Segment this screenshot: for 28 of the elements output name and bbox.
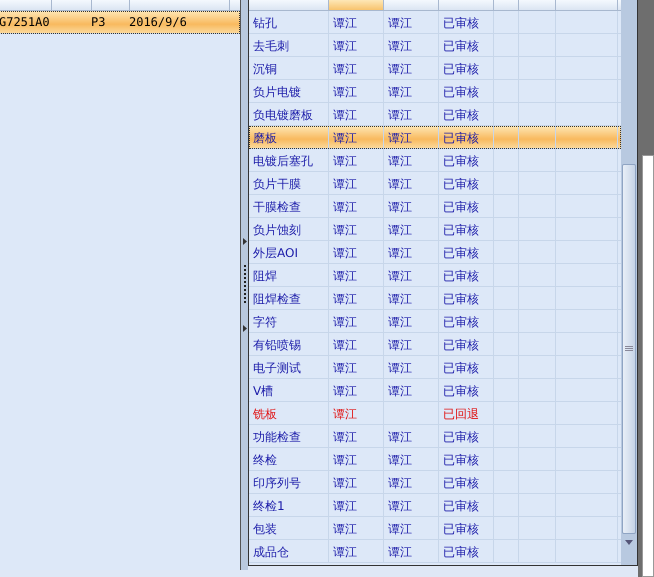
process-row[interactable]: 磨板 谭江 谭江 已审核 [249, 126, 621, 149]
process-row[interactable]: 印序列号 谭江 谭江 已审核 [249, 471, 621, 494]
process-row[interactable]: 负片干膜 谭江 谭江 已审核 [249, 172, 621, 195]
process-row[interactable]: 终检1 谭江 谭江 已审核 [249, 494, 621, 517]
splitter-handle[interactable] [241, 0, 248, 570]
process-row[interactable]: 成品仓 谭江 谭江 已审核 [249, 540, 621, 563]
process-row[interactable]: 去毛刺 谭江 谭江 已审核 [249, 34, 621, 57]
process-row[interactable]: 钻孔 谭江 谭江 已审核 [249, 11, 621, 34]
process-row[interactable]: 负片电镀 谭江 谭江 已审核 [249, 80, 621, 103]
process-row[interactable]: 干膜检查 谭江 谭江 已审核 [249, 195, 621, 218]
process-row[interactable]: 阻焊 谭江 谭江 已审核 [249, 264, 621, 287]
process-row[interactable]: 电子测试 谭江 谭江 已审核 [249, 356, 621, 379]
process-row[interactable]: 负片蚀刻 谭江 谭江 已审核 [249, 218, 621, 241]
scrollbar[interactable] [621, 0, 637, 565]
column-header[interactable] [329, 0, 384, 10]
process-row[interactable]: 铣板 谭江 已回退 [249, 402, 621, 425]
process-row[interactable]: 字符 谭江 谭江 已审核 [249, 310, 621, 333]
process-row[interactable]: 外层AOI 谭江 谭江 已审核 [249, 241, 621, 264]
process-row[interactable]: V槽 谭江 谭江 已审核 [249, 379, 621, 402]
scroll-thumb[interactable] [622, 164, 636, 534]
process-row[interactable]: 有铅喷锡 谭江 谭江 已审核 [249, 333, 621, 356]
scroll-down-icon[interactable] [625, 540, 633, 545]
process-row[interactable]: 功能检查 谭江 谭江 已审核 [249, 425, 621, 448]
process-row[interactable]: 沉铜 谭江 谭江 已审核 [249, 57, 621, 80]
process-row[interactable]: 电镀后塞孔 谭江 谭江 已审核 [249, 149, 621, 172]
process-row[interactable]: 包装 谭江 谭江 已审核 [249, 517, 621, 540]
process-row[interactable]: 阻焊检查 谭江 谭江 已审核 [249, 287, 621, 310]
process-row[interactable]: 终检 谭江 谭江 已审核 [249, 448, 621, 471]
